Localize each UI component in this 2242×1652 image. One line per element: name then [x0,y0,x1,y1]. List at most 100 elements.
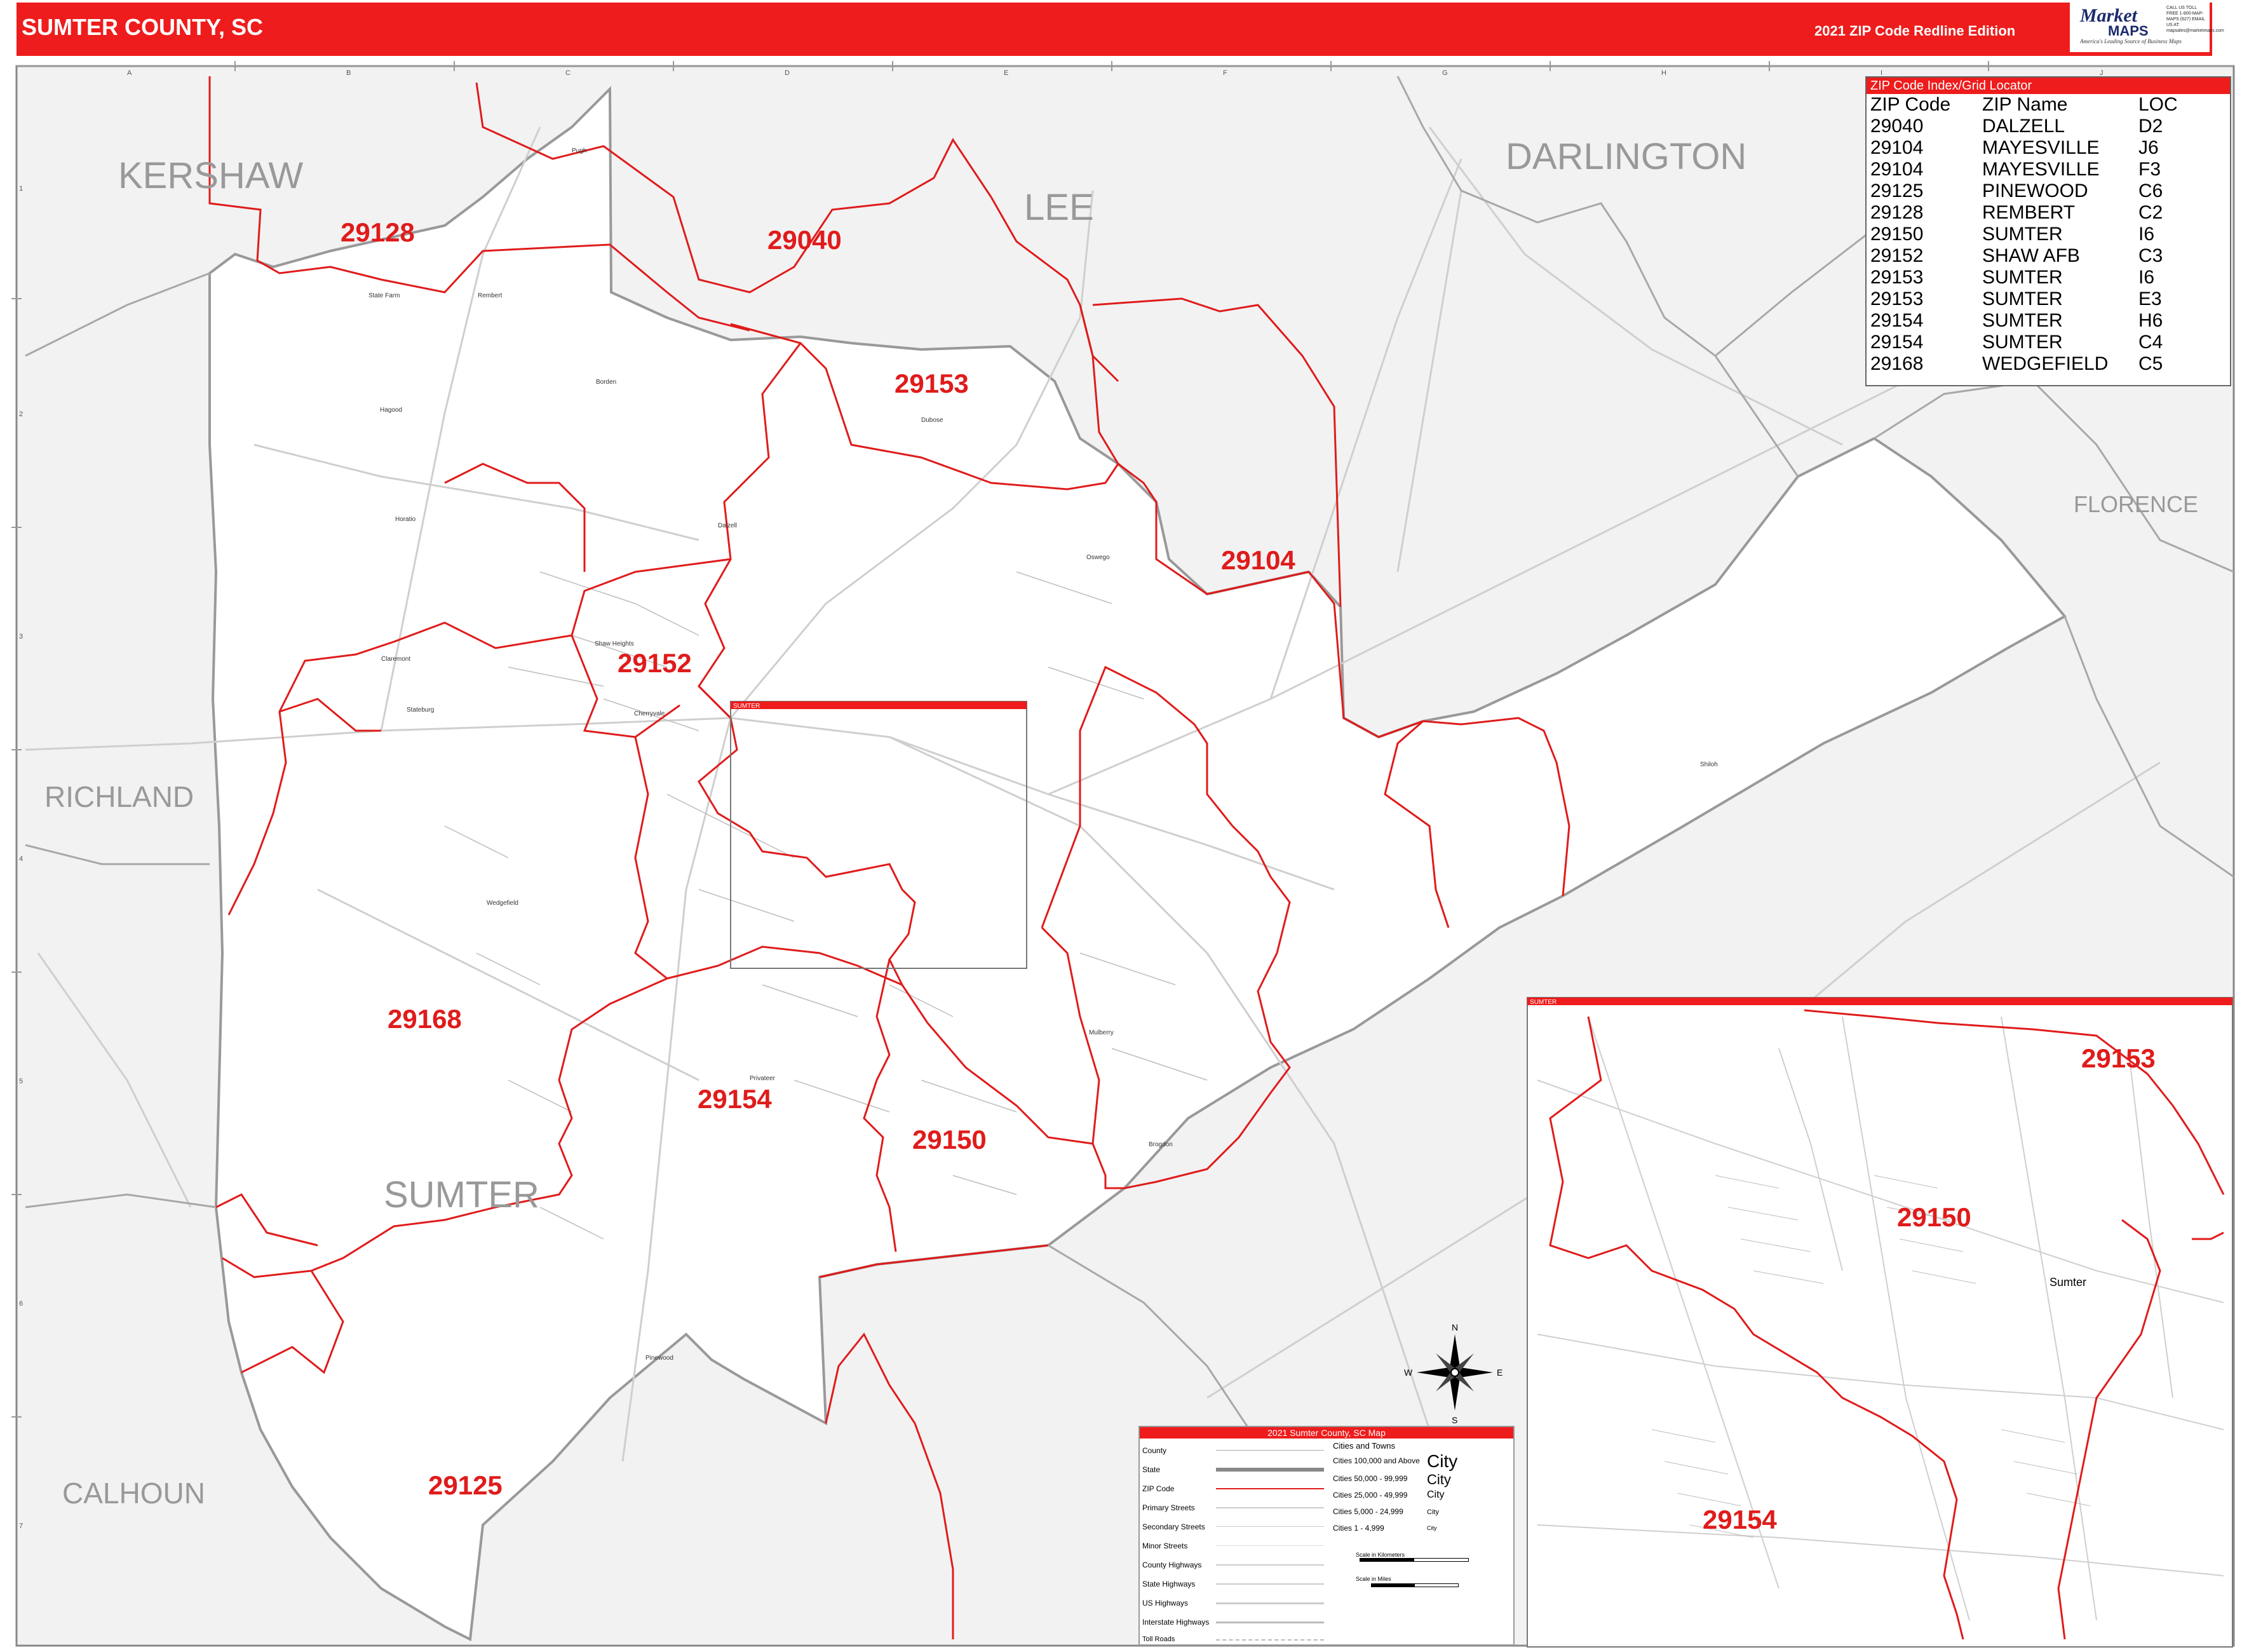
legend-swatch-county [1216,1450,1324,1451]
compass-e: E [1497,1367,1503,1378]
table-row: 29154 SUMTER C4 [1867,332,2202,353]
legend-item-toll: Toll Roads [1142,1635,1175,1643]
table-row: 29104 MAYESVILLE F3 [1867,159,2202,180]
legend-item-state-hwy: State Highways [1142,1580,1196,1588]
zip-index-col-name: ZIP Name [1982,94,2068,115]
legend-city-sample-2: City [1427,1472,1451,1487]
legend-swatch-us-hwy [1216,1602,1324,1604]
name-cell: REMBERT [1982,202,2076,223]
compass-w: W [1404,1367,1413,1378]
compass-n: N [1452,1322,1458,1332]
name-cell: MAYESVILLE [1982,159,2100,180]
county-lee: LEE [1024,187,1094,228]
loc-cell: C5 [2138,353,2163,374]
zip-label-29153: 29153 [895,369,969,398]
zip-label-29104: 29104 [1221,545,1295,575]
legend-city-class-1: Cities 100,000 and Above [1333,1456,1420,1465]
grid-col-b: B [346,69,351,77]
name-cell: SUMTER [1982,267,2063,288]
zip-cell: 29040 [1870,116,1924,137]
place-state-farm: State Farm [368,292,400,299]
loc-cell: J6 [2138,137,2159,158]
legend-city-class-2: Cities 50,000 - 99,999 [1333,1474,1408,1483]
legend-swatch-minor [1216,1545,1324,1546]
place-dalzell: Dalzell [718,522,737,529]
place-shiloh: Shiloh [1700,761,1718,768]
place-pugh: Pugh [572,147,586,154]
inset-zip-29153: 29153 [2081,1043,2156,1073]
zip-cell: 29125 [1870,180,1924,201]
zip-label-29150: 29150 [912,1125,987,1154]
grid-row-5: 5 [19,1078,23,1085]
grid-col-f: F [1223,69,1227,77]
loc-cell: C2 [2138,202,2163,223]
legend-scale-mi: Scale in Miles [1356,1576,1391,1582]
legend-item-interstate: Interstate Highways [1142,1618,1210,1627]
inset-zip-29150: 29150 [1897,1202,1971,1232]
legend-scale-mi-bar [1371,1583,1459,1587]
zip-cell: 29154 [1870,332,1924,353]
place-hagood: Hagood [380,407,402,414]
table-row: 29168 WEDGEFIELD C5 [1867,353,2202,375]
zip-label-29125: 29125 [428,1470,503,1500]
legend-city-class-3: Cities 25,000 - 49,999 [1333,1491,1408,1500]
legend-swatch-toll [1216,1639,1324,1641]
legend-city-class-5: Cities 1 - 4,999 [1333,1524,1384,1533]
legend-city-sample-4: City [1427,1508,1439,1516]
county-kershaw: KERSHAW [118,155,303,196]
table-row: 29125 PINEWOOD C6 [1867,180,2202,202]
place-oswego: Oswego [1086,554,1110,561]
zip-cell: 29104 [1870,159,1924,180]
legend-item-primary: Primary Streets [1142,1503,1195,1512]
loc-cell: C3 [2138,245,2163,266]
legend-item-us-hwy: US Highways [1142,1599,1189,1608]
zip-index-col-loc: LOC [2138,94,2178,115]
table-row: 29154 SUMTER H6 [1867,310,2202,332]
zip-cell: 29150 [1870,224,1924,245]
name-cell: SUMTER [1982,332,2063,353]
loc-cell: I6 [2138,267,2155,288]
loc-cell: C4 [2138,332,2163,353]
place-dubose: Dubose [921,417,943,424]
place-wedgefield: Wedgefield [487,900,518,907]
place-pinewood: Pinewood [645,1355,673,1362]
legend-cities-title: Cities and Towns [1333,1441,1396,1451]
name-cell: SUMTER [1982,310,2063,331]
grid-row-4: 4 [19,855,23,863]
table-row: 29152 SHAW AFB C3 [1867,245,2202,267]
grid-row-2: 2 [19,410,23,418]
loc-cell: E3 [2138,288,2162,309]
place-rembert: Rembert [478,292,503,299]
zip-cell: 29128 [1870,202,1924,223]
legend-city-class-4: Cities 5,000 - 24,999 [1333,1507,1403,1516]
inset-header [1527,998,2232,1005]
name-cell: MAYESVILLE [1982,137,2100,158]
compass-s: S [1452,1415,1457,1425]
legend-title: 2021 Sumter County, SC Map [1140,1427,1513,1439]
grid-row-1: 1 [19,185,23,193]
map-legend: 2021 Sumter County, SC Map County State … [1138,1426,1515,1646]
zip-label-29154: 29154 [698,1084,772,1114]
county-richland: RICHLAND [44,780,194,813]
county-calhoun: CALHOUN [62,1477,205,1510]
grid-row-3: 3 [19,633,23,640]
place-borden: Borden [596,379,616,386]
zip-cell: 29153 [1870,288,1924,309]
legend-swatch-county-hwy [1216,1564,1324,1566]
inset-label: SUMTER [1530,999,1557,1006]
zip-label-29168: 29168 [388,1004,462,1034]
table-row: 29040 DALZELL D2 [1867,116,2202,137]
grid-col-a: A [127,69,132,77]
table-row: 29153 SUMTER I6 [1867,267,2202,288]
place-horatio: Horatio [395,516,416,523]
table-row: 29128 REMBERT C2 [1867,202,2202,224]
county-sumter: SUMTER [384,1174,539,1215]
zip-index-table: ZIP Code ZIP Name LOC 29040 DALZELL D2 291… [1867,94,2202,375]
city-inset[interactable]: SUMTER 29153 29150 29154 Sumter [1527,997,2233,1648]
zip-cell: 29152 [1870,245,1924,266]
loc-cell: F3 [2138,159,2161,180]
table-row: 29104 MAYESVILLE J6 [1867,137,2202,159]
grid-col-g: G [1442,69,1448,77]
legend-swatch-state-hwy [1216,1583,1324,1585]
name-cell: SHAW AFB [1982,245,2080,266]
